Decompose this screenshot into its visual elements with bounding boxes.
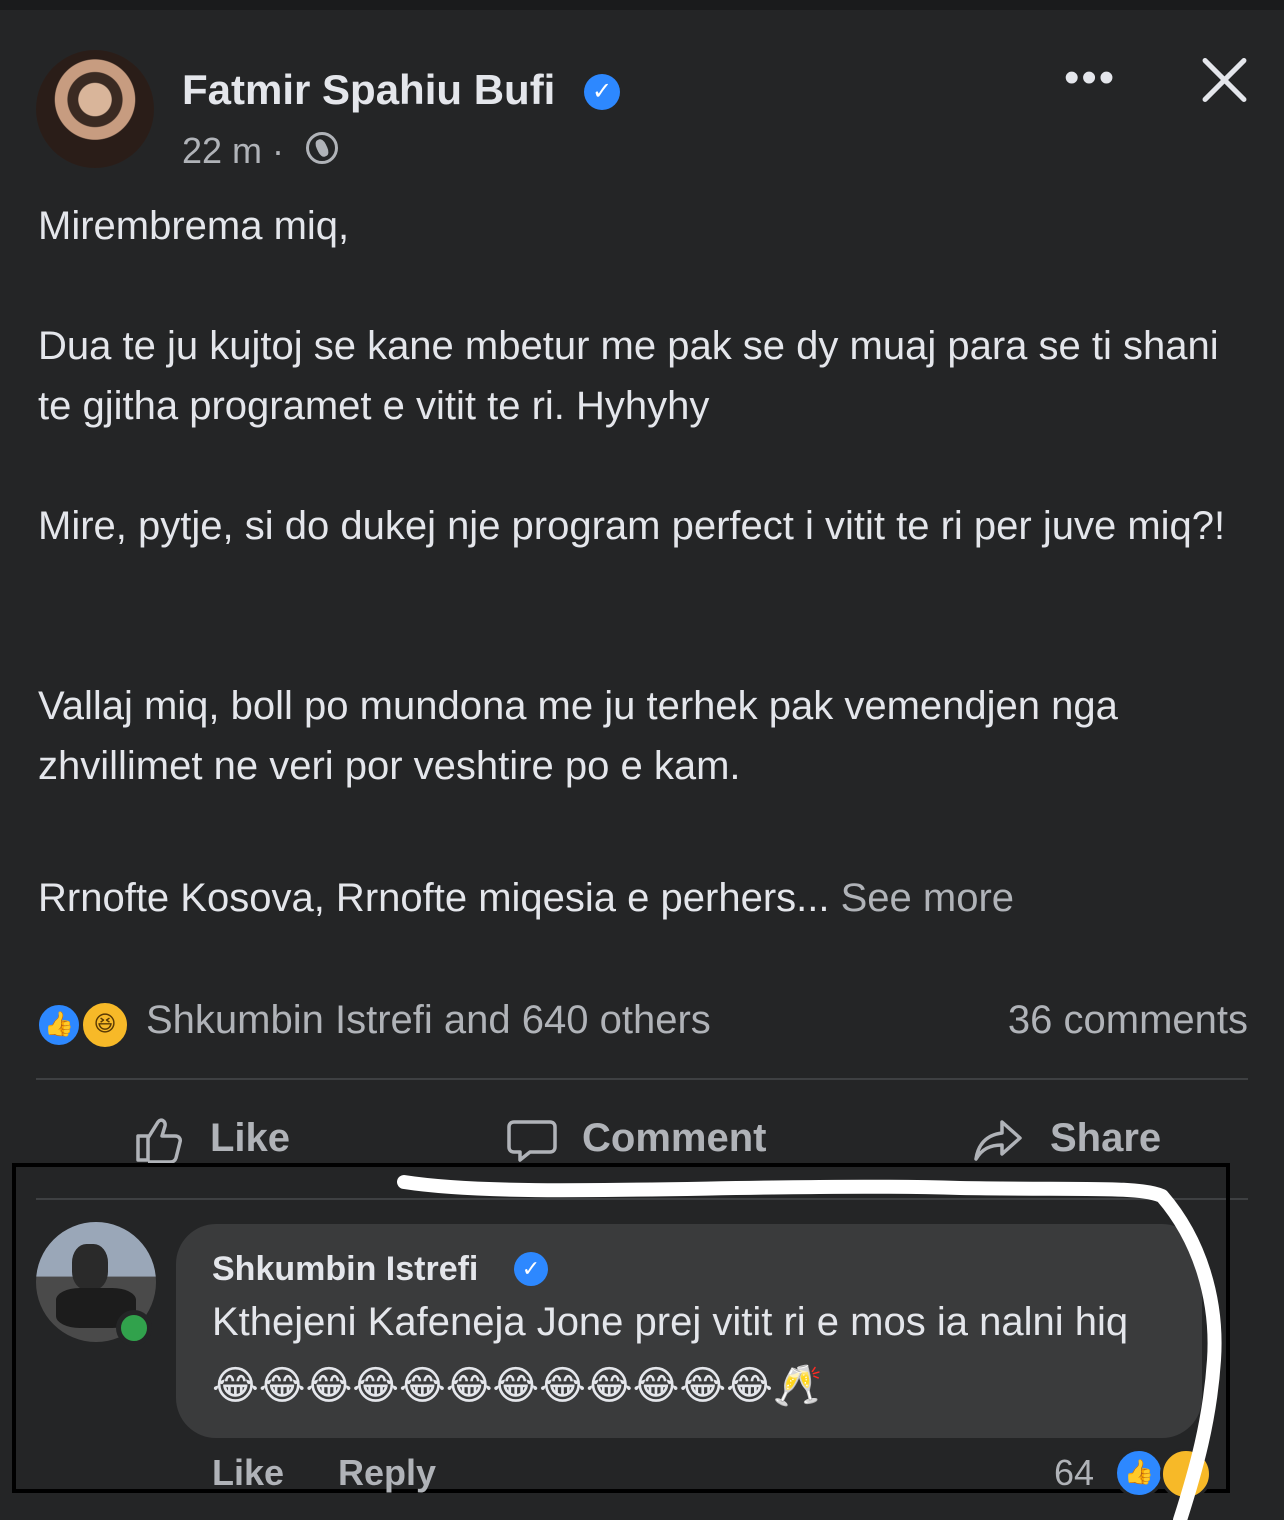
- comment-label: Comment: [582, 1116, 767, 1160]
- see-more-link[interactable]: See more: [841, 876, 1014, 920]
- comment-button[interactable]: Comment: [506, 1110, 806, 1170]
- post-paragraph-text: Rrnofte Kosova, Rrnofte miqesia e perher…: [38, 876, 830, 920]
- comments-count[interactable]: 36 comments: [1008, 998, 1248, 1043]
- share-button[interactable]: Share: [972, 1110, 1212, 1170]
- divider: [36, 1078, 1248, 1080]
- like-reaction-icon: 👍: [1114, 1448, 1164, 1498]
- more-options-icon[interactable]: •••: [1064, 56, 1116, 100]
- close-icon[interactable]: [1196, 50, 1252, 106]
- post-paragraph: Dua te ju kujtoj se kane mbetur me pak s…: [38, 324, 1219, 428]
- thumbs-up-icon: [136, 1118, 182, 1164]
- post-paragraph-last: Rrnofte Kosova, Rrnofte miqesia e perher…: [38, 868, 1248, 928]
- share-arrow-icon: [974, 1120, 1022, 1161]
- comment-text: Kthejeni Kafeneja Jone prej vitit ri e m…: [212, 1300, 1129, 1408]
- comment-bubble-icon: [507, 1120, 557, 1162]
- facebook-post-screenshot: Fatmir Spahiu Bufi ✓ 22 m · ••• Mirembre…: [0, 0, 1284, 1520]
- comment-bubble: Shkumbin Istrefi ✓ Kthejeni Kafeneja Jon…: [176, 1224, 1202, 1438]
- top-edge-bar: [0, 0, 1284, 10]
- haha-reaction-icon: 😆: [80, 1000, 130, 1050]
- post-paragraph: Mire, pytje, si do dukej nje program per…: [38, 504, 1226, 548]
- author-name[interactable]: Fatmir Spahiu Bufi: [182, 66, 555, 114]
- online-status-dot: [116, 1310, 152, 1346]
- post-header: Fatmir Spahiu Bufi ✓ 22 m · •••: [36, 50, 1256, 172]
- post-paragraph: Mirembrema miq,: [38, 204, 350, 248]
- comment-reaction-count[interactable]: 64: [1054, 1452, 1094, 1494]
- author-avatar[interactable]: [36, 50, 154, 168]
- comment-reply-button[interactable]: Reply: [338, 1452, 436, 1494]
- verified-badge-icon: ✓: [514, 1252, 548, 1286]
- comment-like-button[interactable]: Like: [212, 1452, 284, 1494]
- reactions-summary[interactable]: Shkumbin Istrefi and 640 others: [146, 998, 711, 1043]
- post-time[interactable]: 22 m ·: [182, 130, 284, 172]
- post-paragraph: Vallaj miq, boll po mundona me ju terhek…: [38, 684, 1118, 788]
- like-button[interactable]: Like: [132, 1110, 312, 1170]
- globe-icon: [306, 132, 338, 164]
- commenter-name[interactable]: Shkumbin Istrefi: [212, 1250, 478, 1289]
- like-reaction-icon: 👍: [36, 1002, 82, 1048]
- like-label: Like: [210, 1116, 291, 1160]
- verified-badge-icon: ✓: [584, 74, 620, 110]
- haha-reaction-icon: [1160, 1448, 1212, 1500]
- share-label: Share: [1050, 1116, 1162, 1160]
- reactions-row: 👍 😆 Shkumbin Istrefi and 640 others 36 c…: [36, 996, 1248, 1052]
